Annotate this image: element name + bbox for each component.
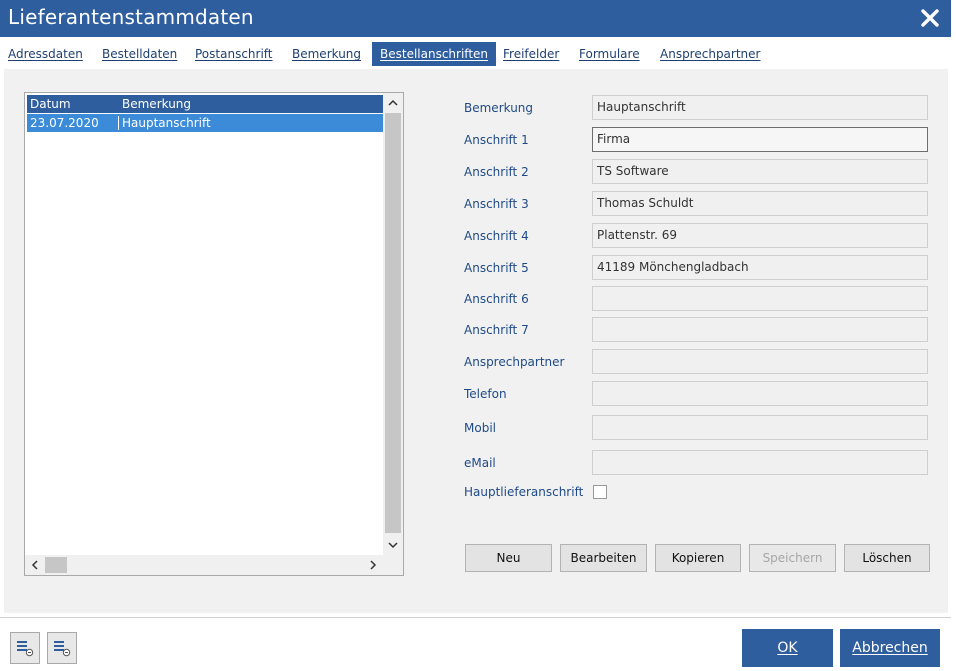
close-button[interactable] <box>917 5 943 31</box>
tab-bar: Adressdaten Bestelldaten Postanschrift B… <box>0 37 951 69</box>
field-mobil[interactable] <box>592 415 928 440</box>
list-item-datum: 23.07.2020 <box>30 116 99 130</box>
loeschen-button[interactable]: Löschen <box>844 544 930 572</box>
field-anschrift-5[interactable]: 41189 Mönchengladbach <box>592 255 928 280</box>
field-anschrift-6[interactable] <box>592 286 928 311</box>
chevron-down-icon <box>388 542 398 549</box>
cancel-button[interactable]: Abbrechen <box>840 629 940 667</box>
address-list[interactable]: Datum Bemerkung 23.07.2020 Hauptanschrif… <box>24 92 404 576</box>
label-anschrift-3: Anschrift 3 <box>464 197 529 211</box>
hauptlieferanschrift-checkbox[interactable] <box>593 485 607 499</box>
label-ansprechpartner: Ansprechpartner <box>464 355 565 369</box>
label-mobil: Mobil <box>464 421 496 435</box>
label-anschrift-4: Anschrift 4 <box>464 229 529 243</box>
label-bemerkung: Bemerkung <box>464 101 534 115</box>
tab-adressdaten[interactable]: Adressdaten <box>8 42 83 66</box>
label-anschrift-6: Anschrift 6 <box>464 292 529 306</box>
field-anschrift-1[interactable]: Firma <box>592 127 928 152</box>
scroll-right-button[interactable] <box>363 555 383 575</box>
title-bar: Lieferantenstammdaten <box>0 0 951 37</box>
list-options-button-1[interactable] <box>10 632 40 664</box>
field-bemerkung[interactable]: Hauptanschrift <box>592 95 928 120</box>
column-separator <box>118 116 119 130</box>
ok-button[interactable]: OK <box>742 629 833 667</box>
bearbeiten-button[interactable]: Bearbeiten <box>560 544 647 572</box>
label-anschrift-5: Anschrift 5 <box>464 261 529 275</box>
speichern-button[interactable]: Speichern <box>749 544 836 572</box>
column-header-datum[interactable]: Datum <box>30 95 71 113</box>
tab-postanschrift[interactable]: Postanschrift <box>195 42 273 66</box>
list-header: Datum Bemerkung <box>27 95 383 113</box>
list-settings-icon <box>17 641 34 657</box>
scroll-down-button[interactable] <box>383 535 403 555</box>
chevron-up-icon <box>388 99 398 106</box>
label-anschrift-2: Anschrift 2 <box>464 165 529 179</box>
scroll-left-button[interactable] <box>25 555 45 575</box>
tab-bemerkung[interactable]: Bemerkung <box>292 42 361 66</box>
field-anschrift-3[interactable]: Thomas Schuldt <box>592 191 928 216</box>
content-panel: Datum Bemerkung 23.07.2020 Hauptanschrif… <box>4 69 948 613</box>
tab-freifelder[interactable]: Freifelder <box>503 42 559 66</box>
tab-bestellanschriften[interactable]: Bestellanschriften <box>372 42 497 66</box>
chevron-left-icon <box>31 560 38 570</box>
window-title: Lieferantenstammdaten <box>8 5 254 29</box>
tab-ansprechpartner[interactable]: Ansprechpartner <box>660 42 760 66</box>
bottom-divider <box>0 617 951 618</box>
label-email: eMail <box>464 456 496 470</box>
horizontal-scrollbar[interactable] <box>25 555 383 575</box>
tab-formulare[interactable]: Formulare <box>579 42 640 66</box>
field-email[interactable] <box>592 450 928 475</box>
scrollbar-corner <box>383 555 403 575</box>
neu-button[interactable]: Neu <box>465 544 552 572</box>
chevron-right-icon <box>370 560 377 570</box>
vertical-scrollbar[interactable] <box>383 93 403 555</box>
field-telefon[interactable] <box>592 381 928 406</box>
list-options-button-2[interactable] <box>47 632 77 664</box>
column-header-bemerkung[interactable]: Bemerkung <box>122 95 191 113</box>
kopieren-button[interactable]: Kopieren <box>655 544 741 572</box>
list-item-bemerkung: Hauptanschrift <box>122 116 211 130</box>
label-anschrift-7: Anschrift 7 <box>464 323 529 337</box>
field-anschrift-4[interactable]: Plattenstr. 69 <box>592 223 928 248</box>
label-anschrift-1: Anschrift 1 <box>464 133 529 147</box>
label-hauptlieferanschrift: Hauptlieferanschrift <box>464 485 584 499</box>
field-anschrift-7[interactable] <box>592 317 928 342</box>
vertical-scroll-thumb[interactable] <box>385 113 401 533</box>
list-item[interactable]: 23.07.2020 Hauptanschrift <box>27 114 383 132</box>
horizontal-scroll-thumb[interactable] <box>45 557 67 573</box>
field-ansprechpartner[interactable] <box>592 349 928 374</box>
label-telefon: Telefon <box>464 387 507 401</box>
scroll-up-button[interactable] <box>383 93 403 113</box>
tab-bestelldaten[interactable]: Bestelldaten <box>102 42 177 66</box>
field-anschrift-2[interactable]: TS Software <box>592 159 928 184</box>
close-icon <box>921 9 939 27</box>
list-settings-icon <box>54 641 71 657</box>
